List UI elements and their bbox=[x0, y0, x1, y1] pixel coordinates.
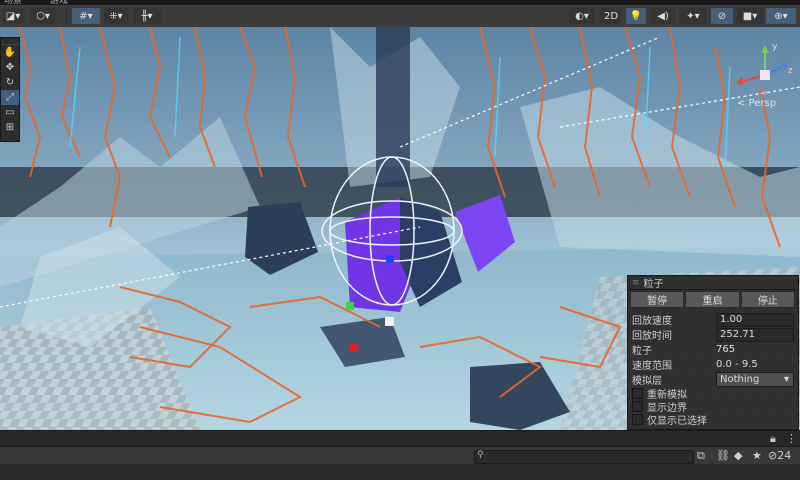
hidden-objects-toggle[interactable]: ⊘ bbox=[711, 8, 733, 24]
particles-count: 765 bbox=[716, 344, 736, 355]
hidden-packages-toggle[interactable]: ⊘24 bbox=[768, 449, 791, 462]
restart-button[interactable]: 重启 bbox=[685, 291, 740, 308]
search-icon: ⚲ bbox=[477, 450, 484, 460]
scale-tool-icon[interactable]: ⤢ bbox=[1, 90, 19, 105]
playback-time-label: 回放时间 bbox=[632, 331, 672, 342]
favorite-star-icon[interactable]: ★ bbox=[752, 449, 762, 462]
gizmo-globe-icon: ⊕▾ bbox=[774, 10, 788, 22]
effects-icon: ✦▾ bbox=[686, 10, 700, 22]
particle-effect-overlay: ≡ 粒子 暂停 重启 停止 回放速度 1.00 回放时间 252.71 粒子 7… bbox=[627, 275, 799, 430]
lighting-toggle[interactable]: 💡 bbox=[626, 8, 646, 24]
audio-toggle[interactable]: ◀) bbox=[651, 8, 675, 24]
cube-icon: ⬡▾ bbox=[36, 10, 50, 22]
light-bulb-icon: 💡 bbox=[629, 10, 643, 22]
draw-shading-dropdown[interactable]: ◐▾ bbox=[569, 8, 595, 24]
hand-tool-icon[interactable]: ✋ bbox=[1, 45, 19, 60]
stop-button[interactable]: 停止 bbox=[740, 291, 795, 308]
filter-label-icon[interactable]: ⛓ bbox=[716, 449, 730, 462]
simulate-layers-dropdown[interactable]: Nothing ▾ bbox=[716, 372, 794, 387]
lock-icon[interactable]: 🔒︎ bbox=[770, 432, 776, 446]
simulate-layers-value: Nothing bbox=[720, 374, 760, 385]
snap-settings-button[interactable]: ⁜▾ bbox=[104, 8, 128, 24]
particles-row: 粒子 765 bbox=[628, 342, 798, 357]
palette-grip[interactable] bbox=[1, 38, 19, 45]
scene-viewport[interactable]: ✋ ✥ ↻ ⤢ ▭ ⊞ y z < Persp ≡ 粒子 暂停 重启 停止 回放… bbox=[0, 27, 800, 430]
eye-slash-icon: ⊘ bbox=[768, 449, 778, 462]
more-options-icon[interactable]: ⋮ bbox=[786, 432, 797, 445]
chevron-down-icon: ▾ bbox=[783, 374, 789, 385]
projection-label[interactable]: < Persp bbox=[737, 98, 776, 109]
simulate-layers-row: 模拟层 Nothing ▾ bbox=[628, 372, 798, 387]
show-only-selected-checkbox[interactable] bbox=[632, 414, 643, 425]
speed-range-row: 速度范围 0.0 - 9.5 bbox=[628, 357, 798, 372]
audio-icon: ◀) bbox=[657, 10, 669, 22]
simulate-layers-label: 模拟层 bbox=[632, 376, 662, 387]
playback-buttons: 暂停 重启 停止 bbox=[630, 291, 796, 308]
toggle-2d-button[interactable]: 2D bbox=[600, 8, 622, 24]
camera-icon: ■▾ bbox=[742, 10, 758, 22]
panel-header-bar: 🔒︎ ⋮ bbox=[0, 430, 800, 447]
pause-button[interactable]: 暂停 bbox=[630, 291, 685, 308]
draw-mode-dropdown[interactable]: ◪▾ bbox=[2, 8, 24, 24]
playback-time-field[interactable]: 252.71 bbox=[716, 327, 794, 342]
show-only-selected-label: 仅显示已选择 bbox=[647, 416, 707, 427]
eye-slash-icon: ⊘ bbox=[717, 10, 727, 22]
drag-handle-icon: ≡ bbox=[632, 277, 640, 288]
increment-snap-button[interactable]: ╫▾ bbox=[133, 8, 161, 24]
speed-range-value: 0.0 - 9.5 bbox=[716, 359, 758, 370]
tag-icon[interactable]: ◆ bbox=[734, 449, 742, 462]
gizmo-axis-y: y bbox=[772, 42, 778, 52]
particles-label: 粒子 bbox=[632, 346, 652, 357]
show-bounds-checkbox[interactable] bbox=[632, 401, 643, 412]
ruler-icon: ╫▾ bbox=[141, 10, 153, 22]
scene-toolbar: ◪▾ ⬡▾ #▾ ⁜▾ ╫▾ ◐▾ 2D 💡 ◀) ✦▾ ⊘ ■▾ ⊕▾ bbox=[0, 5, 800, 28]
resimulate-checkbox[interactable] bbox=[632, 388, 643, 399]
move-tool-icon[interactable]: ✥ bbox=[1, 60, 19, 75]
project-content-area bbox=[0, 464, 800, 480]
speed-range-label: 速度范围 bbox=[632, 361, 672, 372]
transform-tool-icon[interactable]: ⊞ bbox=[1, 120, 19, 135]
show-only-selected-toggle[interactable]: 仅显示已选择 bbox=[628, 413, 798, 427]
effects-dropdown[interactable]: ✦▾ bbox=[679, 8, 707, 24]
rotate-tool-icon[interactable]: ↻ bbox=[1, 75, 19, 90]
tool-palette: ✋ ✥ ↻ ⤢ ▭ ⊞ bbox=[0, 37, 20, 142]
project-toolbar: ⚲ ⧉ ⛓ ◆ ★ ⊘24 bbox=[0, 446, 800, 465]
sphere-shading-icon: ◐▾ bbox=[575, 10, 589, 22]
playback-speed-field[interactable]: 1.00 bbox=[716, 312, 794, 327]
overlay-title: 粒子 bbox=[643, 279, 664, 290]
hidden-count: 24 bbox=[777, 449, 792, 462]
snap-icon: ⁜▾ bbox=[109, 10, 123, 22]
camera-dropdown[interactable]: ■▾ bbox=[737, 8, 763, 24]
orientation-gizmo[interactable]: y z bbox=[732, 37, 798, 107]
grid-icon: #▾ bbox=[79, 10, 93, 22]
gizmo-axis-z: z bbox=[788, 66, 793, 76]
rect-tool-icon[interactable]: ▭ bbox=[1, 105, 19, 120]
playback-speed-row: 回放速度 1.00 bbox=[628, 312, 798, 327]
orientation-dropdown[interactable]: ⬡▾ bbox=[30, 8, 56, 24]
search-input[interactable]: ⚲ bbox=[474, 450, 694, 464]
shading-mode-icon: ◪▾ bbox=[5, 10, 21, 22]
playback-time-row: 回放时间 252.71 bbox=[628, 327, 798, 342]
filter-type-icon[interactable]: ⧉ bbox=[697, 449, 705, 463]
grid-snap-toggle[interactable]: #▾ bbox=[72, 8, 100, 24]
playback-speed-label: 回放速度 bbox=[632, 316, 672, 327]
overlay-title-bar[interactable]: ≡ 粒子 bbox=[628, 276, 798, 290]
gizmos-dropdown[interactable]: ⊕▾ bbox=[766, 8, 796, 24]
